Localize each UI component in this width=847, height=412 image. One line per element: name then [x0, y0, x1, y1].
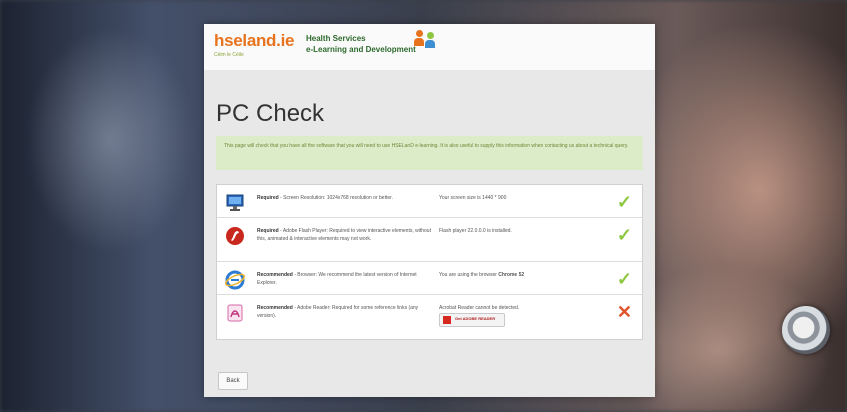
check-description: Recommended - Browser: We recommend the …	[257, 272, 417, 286]
check-pass-icon: ✓	[616, 269, 632, 289]
check-pass-icon: ✓	[616, 192, 632, 212]
check-result: You are using the browser Chrome 52	[439, 272, 525, 278]
check-pass-icon: ✓	[616, 225, 632, 245]
page-title: PC Check	[216, 100, 325, 127]
check-row-browser: Recommended - Browser: We recommend the …	[217, 261, 642, 295]
check-result: Acrobat Reader cannot be detected.	[439, 305, 520, 311]
hseland-logo[interactable]: hseland.ie	[214, 31, 294, 51]
logo-text: hseland	[214, 31, 277, 50]
info-notice: This page will check that you have all t…	[216, 136, 643, 170]
checks-table: Required - Screen Resolution: 1024x768 r…	[216, 184, 643, 340]
check-row-screen: Required - Screen Resolution: 1024x768 r…	[217, 185, 642, 217]
check-description: Required - Adobe Flash Player: Required …	[257, 228, 431, 242]
acrobat-icon	[443, 316, 451, 324]
pc-check-panel: hseland.ie Céim le Céile Health Services…	[204, 24, 655, 397]
check-result: Flash player 22.0.0.0 is installed.	[439, 228, 512, 234]
get-adobe-reader-button[interactable]: Get ADOBE READER	[439, 313, 505, 327]
back-button[interactable]: Back	[218, 372, 248, 390]
get-reader-label: Get ADOBE READER	[455, 316, 496, 321]
people-icon	[414, 30, 442, 50]
site-header: hseland.ie Céim le Céile Health Services…	[204, 24, 655, 70]
stethoscope-image	[782, 306, 830, 354]
logo-tagline: Céim le Céile	[214, 52, 244, 58]
check-row-flash: Required - Adobe Flash Player: Required …	[217, 217, 642, 262]
monitor-icon	[226, 194, 244, 211]
check-row-reader: Recommended - Adobe Reader: Required for…	[217, 294, 642, 340]
check-result: Your screen size is 1440 * 900	[439, 195, 507, 201]
browser-icon	[225, 270, 245, 290]
check-description: Recommended - Adobe Reader: Required for…	[257, 305, 419, 319]
logo-tld: .ie	[276, 31, 295, 50]
check-description: Required - Screen Resolution: 1024x768 r…	[257, 195, 393, 201]
adobe-reader-icon	[227, 304, 243, 322]
flash-player-icon	[226, 227, 244, 245]
check-fail-icon: ✕	[616, 302, 632, 322]
